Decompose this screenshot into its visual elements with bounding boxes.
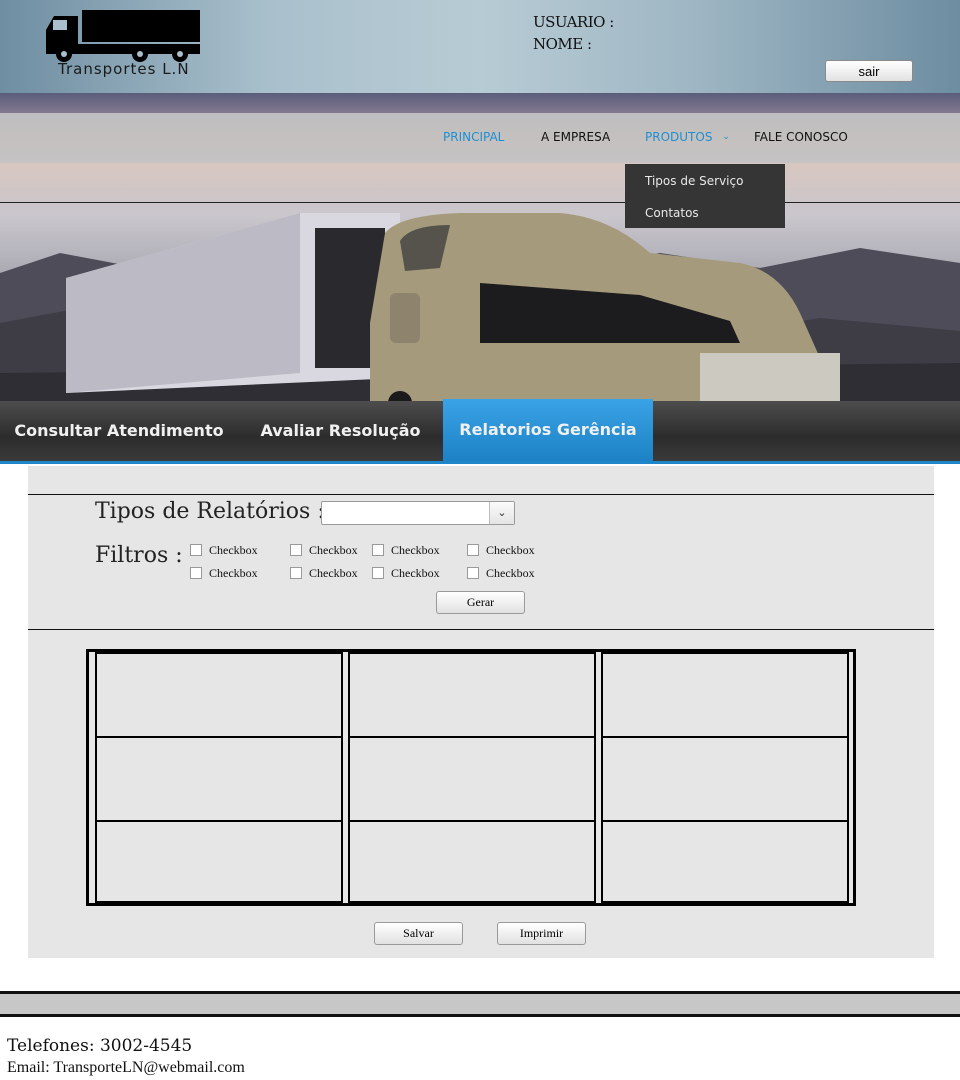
divider-top bbox=[28, 494, 934, 495]
filter-checkbox-5[interactable] bbox=[190, 567, 202, 579]
filter-checkbox-1[interactable] bbox=[190, 544, 202, 556]
results-table bbox=[86, 649, 856, 906]
nav-item-principal[interactable]: PRINCIPAL bbox=[443, 130, 504, 144]
nav-item-empresa[interactable]: A EMPRESA bbox=[541, 130, 610, 144]
filter-checkbox-label: Checkbox bbox=[209, 566, 258, 580]
produtos-dropdown: Tipos de Serviço Contatos bbox=[625, 164, 785, 228]
nav-item-produtos[interactable]: PRODUTOS ⌄ bbox=[645, 130, 730, 144]
tab-relatorios-gerencia[interactable]: Relatorios Gerência bbox=[443, 399, 653, 461]
filter-checkbox-label: Checkbox bbox=[486, 543, 535, 557]
tab-bar: Consultar Atendimento Avaliar Resolução … bbox=[0, 399, 960, 464]
save-button[interactable]: Salvar bbox=[374, 922, 463, 945]
truck-image bbox=[66, 213, 840, 401]
filter-checkbox-7[interactable] bbox=[372, 567, 384, 579]
footer-email: Email: TransporteLN@webmail.com bbox=[7, 1059, 245, 1076]
table-cell bbox=[348, 820, 596, 903]
chevron-down-icon: ⌄ bbox=[722, 132, 730, 142]
nav-item-produtos-label: PRODUTOS bbox=[645, 130, 713, 144]
filter-checkbox-label: Checkbox bbox=[309, 566, 358, 580]
table-cell bbox=[601, 820, 849, 903]
filter-checkbox-label: Checkbox bbox=[391, 566, 440, 580]
user-label: USUARIO : bbox=[533, 13, 614, 31]
filter-checkbox-label: Checkbox bbox=[309, 543, 358, 557]
chevron-down-icon: ⌄ bbox=[489, 502, 514, 524]
generate-button[interactable]: Gerar bbox=[436, 591, 525, 614]
filter-checkbox-6[interactable] bbox=[290, 567, 302, 579]
dropdown-item-tipos-de-servico[interactable]: Tipos de Serviço bbox=[645, 174, 743, 188]
footer-bar bbox=[0, 991, 960, 1017]
dropdown-item-contatos[interactable]: Contatos bbox=[645, 206, 699, 220]
tab-consultar-atendimento[interactable]: Consultar Atendimento bbox=[0, 401, 238, 461]
footer-phone: Telefones: 3002-4545 bbox=[7, 1036, 193, 1056]
filter-checkbox-4[interactable] bbox=[467, 544, 479, 556]
report-type-select[interactable]: ⌄ bbox=[321, 501, 515, 525]
filter-checkbox-8[interactable] bbox=[467, 567, 479, 579]
table-cell bbox=[348, 736, 596, 822]
divider-bottom bbox=[28, 629, 934, 630]
report-type-label: Tipos de Relatórios : bbox=[95, 499, 325, 524]
table-cell bbox=[601, 652, 849, 738]
table-cell bbox=[348, 652, 596, 738]
filter-checkbox-2[interactable] bbox=[290, 544, 302, 556]
site-header: Transportes L.N USUARIO : NOME : sair bbox=[0, 0, 960, 93]
nav-item-fale-conosco[interactable]: FALE CONOSCO bbox=[754, 130, 848, 144]
logout-button[interactable]: sair bbox=[825, 60, 913, 82]
table-cell bbox=[95, 736, 343, 822]
filter-checkbox-3[interactable] bbox=[372, 544, 384, 556]
tab-avaliar-resolucao[interactable]: Avaliar Resolução bbox=[238, 401, 443, 461]
logo-text: Transportes L.N bbox=[58, 60, 190, 78]
table-cell bbox=[601, 736, 849, 822]
filters-label: Filtros : bbox=[95, 543, 183, 568]
filter-checkbox-label: Checkbox bbox=[391, 543, 440, 557]
table-cell bbox=[95, 820, 343, 903]
filter-checkbox-label: Checkbox bbox=[486, 566, 535, 580]
hero-divider bbox=[0, 202, 960, 203]
hero-banner: PRINCIPAL A EMPRESA PRODUTOS ⌄ FALE CONO… bbox=[0, 93, 960, 401]
name-label: NOME : bbox=[533, 35, 592, 53]
print-button[interactable]: Imprimir bbox=[497, 922, 586, 945]
filter-checkbox-label: Checkbox bbox=[209, 543, 258, 557]
table-cell bbox=[95, 652, 343, 738]
